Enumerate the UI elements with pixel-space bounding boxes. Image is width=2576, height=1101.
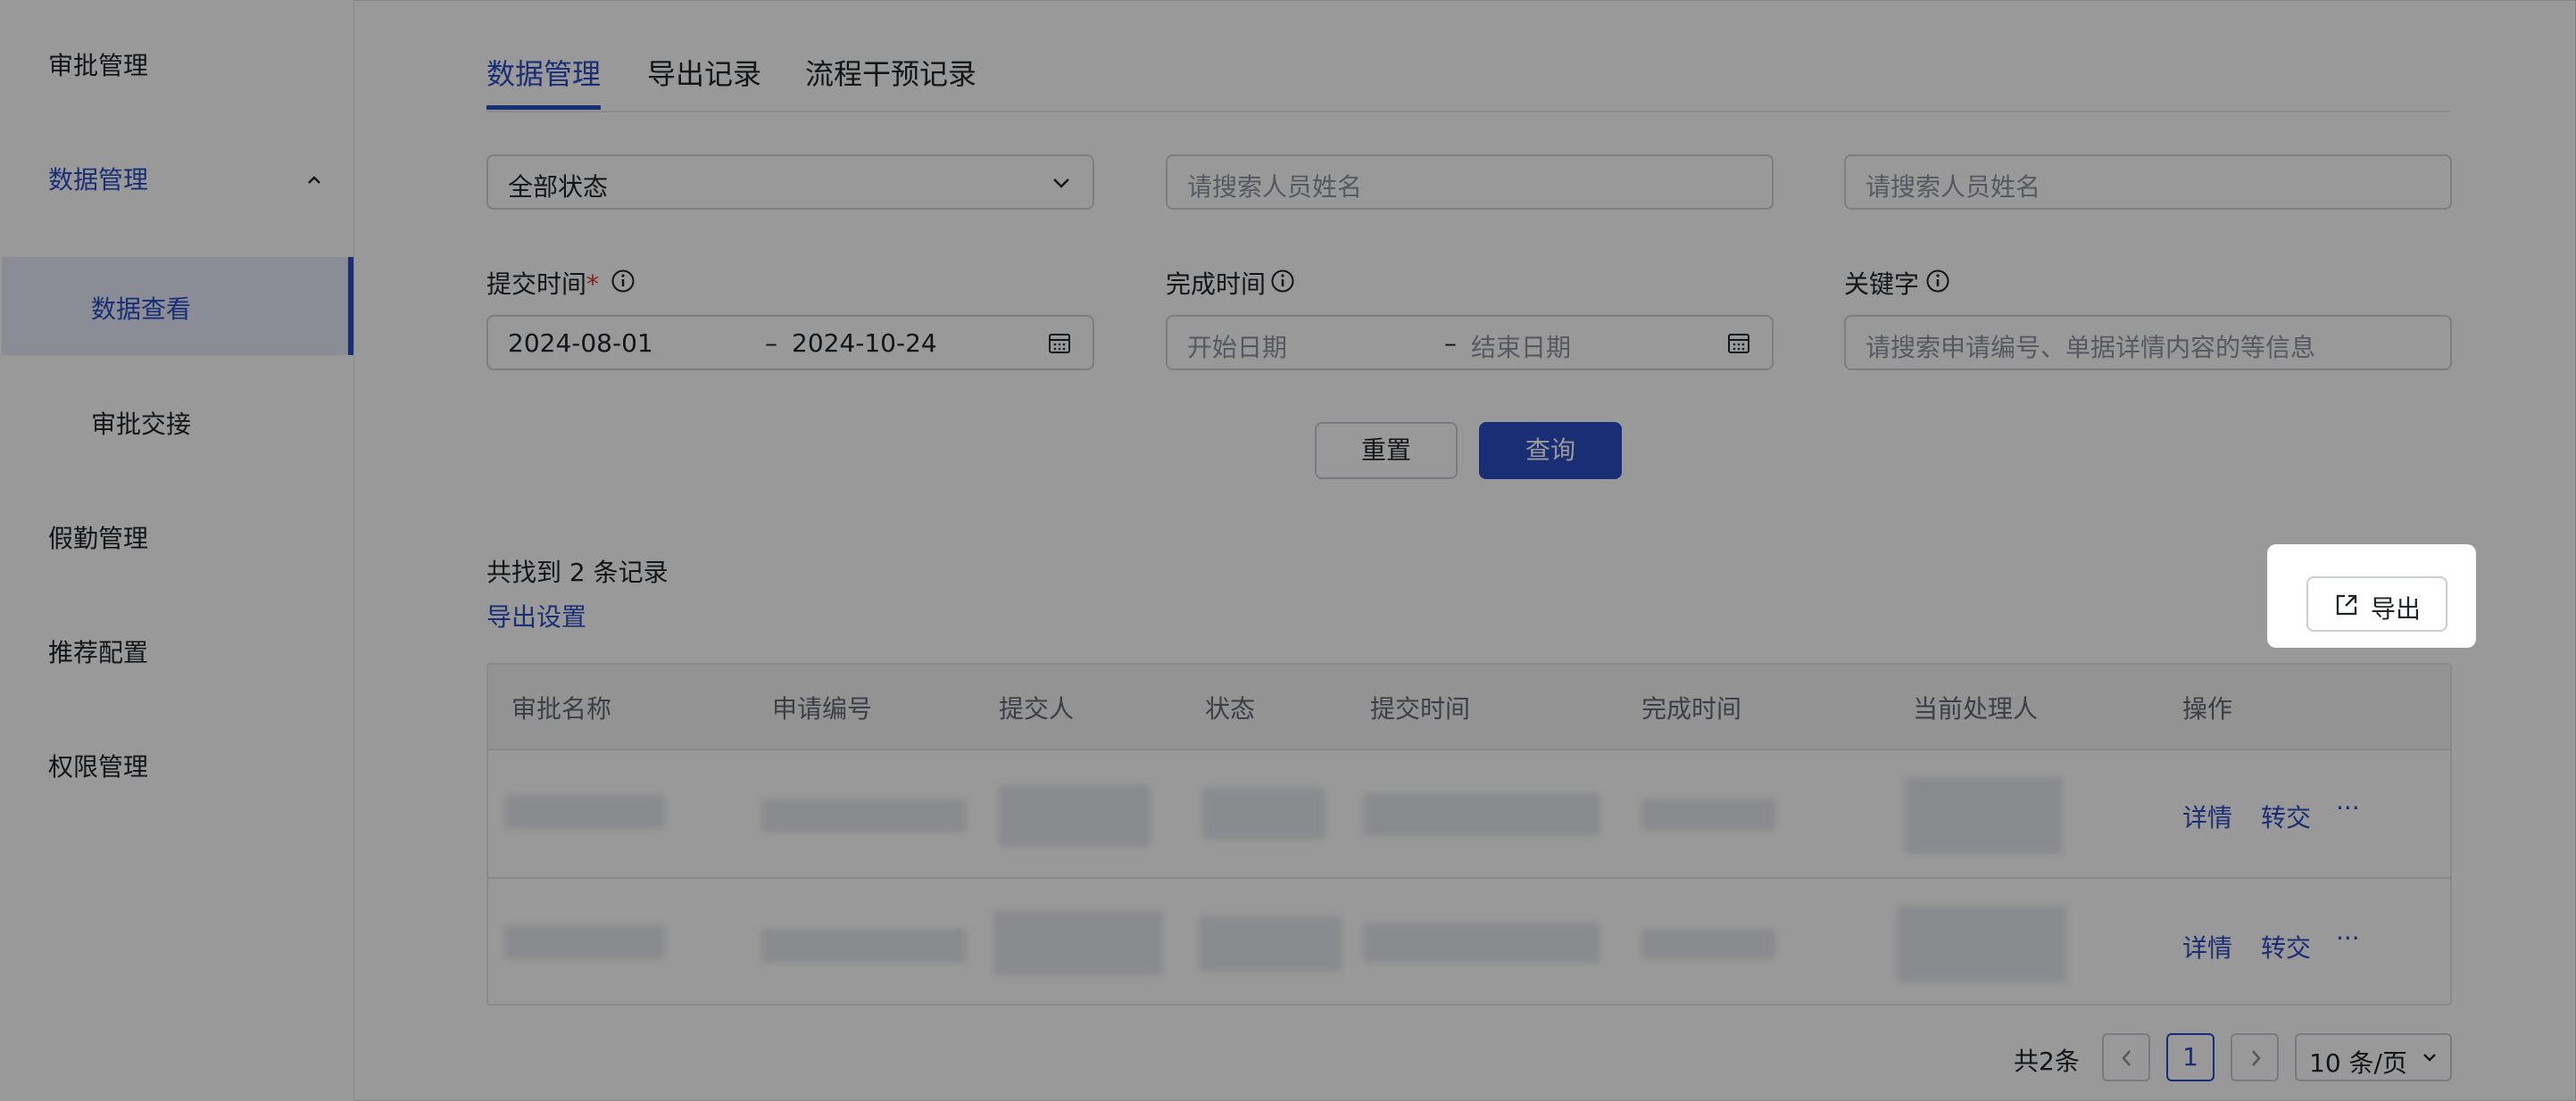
- name-search-input-2[interactable]: 请搜索人员姓名: [1844, 154, 2452, 210]
- info-icon[interactable]: [1270, 269, 1295, 294]
- prev-page-button[interactable]: [2102, 1033, 2150, 1081]
- redacted-cell: [1641, 799, 1775, 831]
- calendar-icon: [1049, 334, 1070, 353]
- reset-button[interactable]: 重置: [1315, 422, 1458, 479]
- info-icon[interactable]: [611, 269, 636, 294]
- external-link-icon: [2336, 594, 2357, 616]
- transfer-link[interactable]: 转交: [2261, 799, 2311, 834]
- sidebar: 审批管理 数据管理 数据查看 审批交接 假勤管理 推荐配置 权限管理: [0, 0, 354, 1101]
- tab-export-records[interactable]: 导出记录: [647, 52, 761, 93]
- table-header: 审批名称 申请编号 提交人 状态 提交时间 完成时间 当前处理人 操作: [488, 665, 2450, 750]
- more-actions-icon[interactable]: ···: [2336, 923, 2360, 953]
- redacted-cell: [504, 925, 665, 959]
- status-select-value: 全部状态: [508, 172, 609, 202]
- sidebar-item-recommend-config[interactable]: 推荐配置: [48, 633, 148, 669]
- tab-data-management[interactable]: 数据管理: [486, 52, 602, 110]
- complete-time-range-picker[interactable]: 开始日期 – 结束日期: [1166, 315, 1774, 370]
- records-table: 审批名称 申请编号 提交人 状态 提交时间 完成时间 当前处理人 操作 详情 转…: [486, 663, 2452, 1006]
- redacted-cell: [761, 799, 967, 832]
- result-count: 共找到 2 条记录: [486, 558, 669, 587]
- column-header: 当前处理人: [1913, 694, 2039, 724]
- sidebar-item-approval-management[interactable]: 审批管理: [48, 46, 148, 82]
- redacted-cell: [993, 911, 1163, 975]
- keyword-placeholder: 请搜索申请编号、单据详情内容的等信息: [1866, 333, 2316, 362]
- export-button-label: 导出: [2371, 594, 2422, 624]
- info-icon[interactable]: [1925, 269, 1950, 294]
- complete-time-start-placeholder: 开始日期: [1187, 333, 1288, 362]
- status-select[interactable]: 全部状态: [486, 154, 1094, 210]
- table-row: 详情 转交 ···: [488, 749, 2450, 879]
- transfer-link[interactable]: 转交: [2261, 929, 2311, 964]
- name-search-placeholder-2: 请搜索人员姓名: [1866, 172, 2041, 202]
- chevron-left-icon: [2122, 1050, 2131, 1066]
- sidebar-item-approval-handover[interactable]: 审批交接: [91, 405, 191, 441]
- required-mark: *: [586, 269, 600, 299]
- redacted-cell: [999, 784, 1151, 847]
- keyword-input[interactable]: 请搜索申请编号、单据详情内容的等信息: [1844, 315, 2452, 370]
- name-search-placeholder-1: 请搜索人员姓名: [1187, 172, 1363, 202]
- submit-time-start: 2024-08-01: [508, 328, 653, 358]
- complete-time-end-placeholder: 结束日期: [1471, 333, 1572, 362]
- sidebar-item-permission-management[interactable]: 权限管理: [48, 748, 148, 783]
- tab-process-intervention[interactable]: 流程干预记录: [805, 52, 976, 93]
- detail-link[interactable]: 详情: [2182, 929, 2232, 964]
- submit-time-range-picker[interactable]: 2024-08-01 – 2024-10-24: [486, 315, 1094, 370]
- query-button[interactable]: 查询: [1479, 422, 1622, 479]
- main-content: 数据管理 导出记录 流程干预记录 全部状态 请搜索人员姓名 请搜索人员姓名 提交…: [353, 0, 2576, 1101]
- redacted-cell: [1202, 788, 1325, 840]
- export-button[interactable]: 导出: [2306, 576, 2447, 632]
- date-range-separator: –: [1444, 328, 1457, 358]
- date-range-separator: –: [765, 328, 777, 358]
- chevron-up-icon[interactable]: [304, 170, 324, 190]
- page-size-value: 10 条/页: [2309, 1048, 2407, 1078]
- redacted-cell: [1363, 793, 1600, 836]
- column-header: 完成时间: [1641, 694, 1742, 724]
- redacted-cell: [1904, 777, 2063, 854]
- sidebar-item-data-management[interactable]: 数据管理: [48, 161, 148, 196]
- name-search-input-1[interactable]: 请搜索人员姓名: [1166, 154, 1774, 210]
- table-row: 详情 转交 ···: [488, 879, 2450, 1007]
- column-header: 操作: [2182, 694, 2233, 724]
- keyword-label: 关键字: [1844, 269, 1920, 299]
- detail-link[interactable]: 详情: [2182, 799, 2232, 834]
- submit-time-end: 2024-10-24: [792, 328, 937, 358]
- more-actions-icon[interactable]: ···: [2336, 793, 2360, 823]
- page-size-select[interactable]: 10 条/页: [2295, 1033, 2452, 1081]
- column-header: 提交时间: [1370, 694, 1471, 724]
- page-number-button[interactable]: 1: [2166, 1033, 2215, 1081]
- next-page-button[interactable]: [2231, 1033, 2279, 1081]
- redacted-cell: [1897, 906, 2066, 982]
- export-settings-link[interactable]: 导出设置: [486, 598, 586, 633]
- redacted-cell: [1199, 916, 1342, 972]
- redacted-cell: [1641, 929, 1775, 959]
- chevron-down-icon: [1053, 178, 1069, 188]
- redacted-cell: [1363, 923, 1600, 963]
- column-header: 状态: [1205, 694, 1256, 724]
- sidebar-item-data-view[interactable]: 数据查看: [91, 290, 191, 326]
- redacted-cell: [761, 929, 967, 963]
- redacted-cell: [504, 795, 665, 829]
- calendar-icon: [1728, 334, 1749, 353]
- column-header: 审批名称: [511, 694, 612, 724]
- column-header: 申请编号: [772, 694, 873, 724]
- sidebar-item-leave-management[interactable]: 假勤管理: [48, 519, 148, 555]
- pagination-total: 共2条: [2014, 1047, 2080, 1076]
- submit-time-label: 提交时间*: [486, 269, 600, 299]
- chevron-down-icon: [2423, 1054, 2436, 1062]
- complete-time-label: 完成时间: [1166, 269, 1267, 299]
- column-header: 提交人: [999, 694, 1075, 724]
- tab-bar: 数据管理 导出记录 流程干预记录: [486, 52, 2450, 112]
- chevron-right-icon: [2252, 1050, 2261, 1066]
